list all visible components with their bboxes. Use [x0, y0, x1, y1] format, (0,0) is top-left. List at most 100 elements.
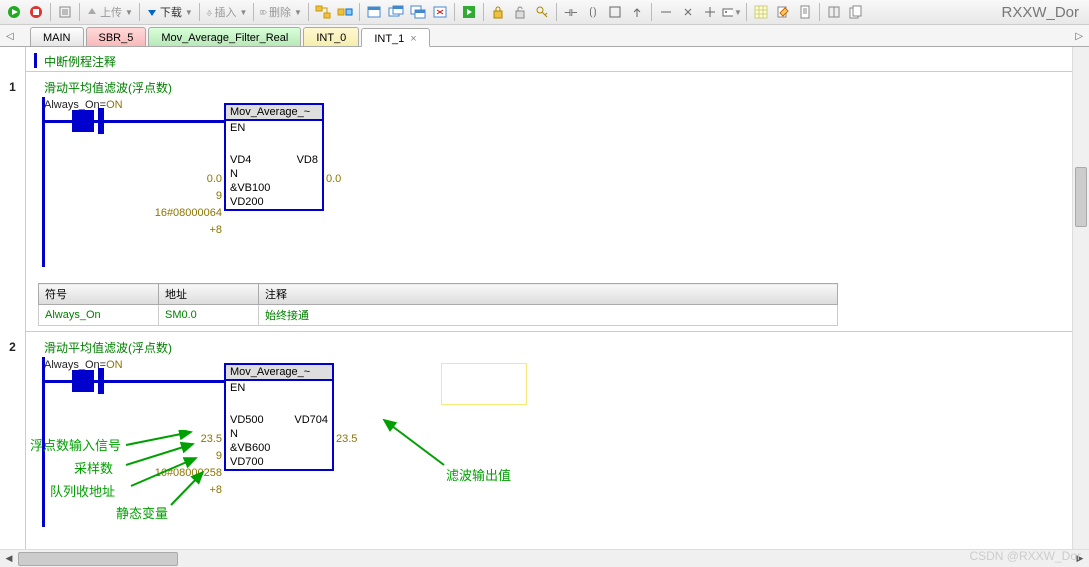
function-block[interactable]: Mov_Average_~ EN VD500 VD704 N &VB600 VD7…	[224, 363, 334, 471]
contact-closed[interactable]	[72, 370, 94, 392]
contact-closed[interactable]	[72, 110, 94, 132]
annotation-filter-out: 滤波输出值	[446, 465, 511, 484]
grid-icon[interactable]	[751, 2, 771, 22]
vertical-scrollbar[interactable]	[1072, 47, 1089, 549]
delete-menu[interactable]: ⌦ 删除▼	[258, 4, 304, 20]
box-icon[interactable]	[605, 2, 625, 22]
cell: Always_On	[39, 305, 159, 326]
pin: VD4	[230, 154, 251, 166]
en-pin: EN	[230, 382, 245, 394]
pin: VD700	[230, 456, 264, 468]
network-number: 2	[0, 340, 25, 354]
scroll-left-button[interactable]: ◀	[0, 551, 18, 567]
scrollbar-thumb[interactable]	[18, 552, 178, 566]
tab-bar: ◁ MAIN SBR_5 Mov_Average_Filter_Real INT…	[0, 25, 1089, 47]
tab-sbr5[interactable]: SBR_5	[86, 27, 147, 46]
pin: VD8	[297, 154, 318, 166]
col-header[interactable]: 注释	[259, 284, 838, 305]
en-pin: EN	[230, 122, 245, 134]
cell: 始终接通	[259, 305, 838, 326]
selection-box	[441, 363, 527, 405]
contact-open[interactable]	[98, 108, 104, 134]
window-cascade-icon[interactable]	[386, 2, 406, 22]
vline-icon[interactable]	[678, 2, 698, 22]
doc-icon[interactable]	[795, 2, 815, 22]
param-value: 16#08000064	[155, 207, 222, 219]
window-tile-icon[interactable]	[408, 2, 428, 22]
annotation-queue-addr: 队列收地址	[50, 481, 115, 500]
upload-menu[interactable]: 上传▼	[84, 4, 135, 20]
pin: VD200	[230, 196, 264, 208]
edit-icon[interactable]	[773, 2, 793, 22]
interrupt-comment: 中断例程注释	[44, 53, 116, 70]
compile-button[interactable]	[55, 2, 75, 22]
network-title: 滑动平均值滤波(浮点数)	[44, 79, 172, 96]
scroll-right-button[interactable]: ▶	[1071, 551, 1089, 567]
param-value: 9	[216, 450, 222, 462]
arrow-icon	[374, 415, 454, 475]
cell: SM0.0	[159, 305, 259, 326]
arrow-up-icon	[86, 6, 98, 18]
tab-main[interactable]: MAIN	[30, 27, 84, 46]
function-block[interactable]: Mov_Average_~ EN VD4VD8 N &VB100 VD200 0…	[224, 103, 324, 211]
download-menu[interactable]: 下载▼	[144, 4, 195, 20]
go-button[interactable]	[459, 2, 479, 22]
unlock-icon[interactable]	[510, 2, 530, 22]
pin: &VB600	[230, 442, 270, 454]
key-icon[interactable]	[532, 2, 552, 22]
col-header[interactable]: 符号	[39, 284, 159, 305]
arrow-icon	[121, 430, 211, 510]
interrupt-bar	[34, 53, 37, 68]
param-value: +8	[209, 484, 222, 496]
window-close-icon[interactable]	[430, 2, 450, 22]
tool-network-icon[interactable]	[313, 2, 333, 22]
gutter: 1 2	[0, 47, 26, 549]
lock-icon[interactable]	[488, 2, 508, 22]
param-value: +8	[209, 224, 222, 236]
contact-open[interactable]	[98, 368, 104, 394]
network-2: 滑动平均值滤波(浮点数) Always_On=ON Mov_Average_~ …	[26, 335, 1072, 545]
tab-mov-average[interactable]: Mov_Average_Filter_Real	[148, 27, 301, 46]
main-toolbar: 上传▼ 下载▼ ⎀ 插入▼ ⌦ 删除▼ ⊣⊢ ⟮⟯ ▼ RXXW_Dor	[0, 0, 1089, 25]
hline-icon[interactable]	[656, 2, 676, 22]
pin: VD704	[294, 414, 328, 426]
insert-menu[interactable]: ⎀ 插入▼	[204, 4, 250, 20]
ladder-editor: 1 2 中断例程注释 滑动平均值滤波(浮点数) Always_On=ON Mov…	[0, 47, 1072, 549]
branch-up-icon[interactable]	[627, 2, 647, 22]
copy-icon[interactable]	[846, 2, 866, 22]
run-button[interactable]	[4, 2, 24, 22]
table-row[interactable]: Always_OnSM0.0始终接通	[39, 305, 838, 326]
delete-icon: ⌦	[260, 6, 267, 19]
app-title: RXXW_Dor	[1001, 4, 1085, 21]
tab-scroll-left[interactable]: ◁	[6, 31, 14, 42]
network-1: 滑动平均值滤波(浮点数) Always_On=ON Mov_Average_~ …	[26, 75, 1072, 325]
stop-button[interactable]	[26, 2, 46, 22]
scrollbar-thumb[interactable]	[1075, 167, 1087, 227]
pin: N	[230, 168, 238, 180]
network-number: 1	[0, 80, 25, 94]
horizontal-scrollbar[interactable]: ◀ ▶	[0, 549, 1089, 567]
tab-scroll-right[interactable]: ▷	[1075, 31, 1083, 42]
hline2-icon[interactable]	[700, 2, 720, 22]
window-new-icon[interactable]	[364, 2, 384, 22]
param-value: 0.0	[326, 173, 341, 185]
tab-int1[interactable]: INT_1×	[361, 28, 429, 47]
symbol-table[interactable]: 符号地址注释 Always_OnSM0.0始终接通	[38, 283, 838, 326]
contact-icon[interactable]: ⊣⊢	[561, 2, 581, 22]
block-name: Mov_Average_~	[226, 105, 322, 121]
tool-branch-icon[interactable]	[335, 2, 355, 22]
col-header[interactable]: 地址	[159, 284, 259, 305]
reset-icon[interactable]: ▼	[722, 2, 742, 22]
param-value: 9	[216, 190, 222, 202]
book-icon[interactable]	[824, 2, 844, 22]
network-title: 滑动平均值滤波(浮点数)	[44, 339, 172, 356]
scrollbar-track[interactable]	[18, 551, 1071, 567]
coil-icon[interactable]: ⟮⟯	[583, 2, 603, 22]
pin: VD500	[230, 414, 264, 426]
block-name: Mov_Average_~	[226, 365, 332, 381]
annotation-sample-count: 采样数	[74, 458, 113, 477]
pin: N	[230, 428, 238, 440]
tab-int0[interactable]: INT_0	[303, 27, 359, 46]
param-value: 23.5	[336, 433, 357, 445]
close-icon[interactable]: ×	[410, 33, 416, 45]
